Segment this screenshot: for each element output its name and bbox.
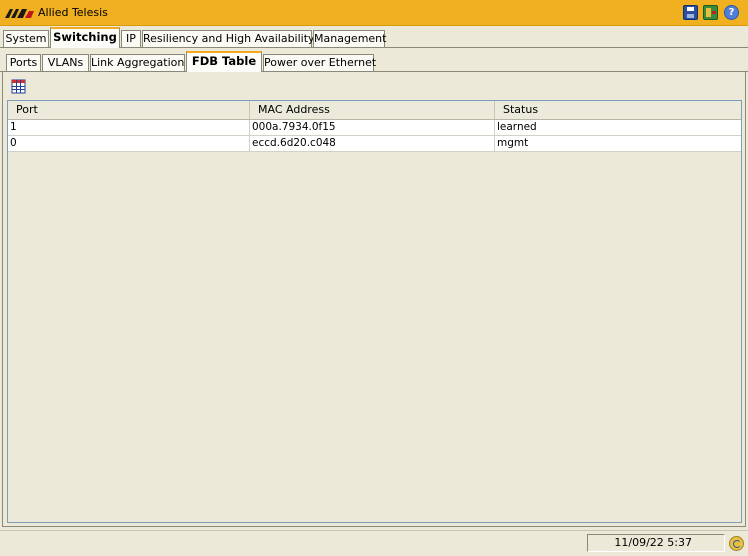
column-header-status[interactable]: Status [495,101,741,119]
tab-power-over-ethernet[interactable]: Power over Ethernet [263,54,376,72]
cell-port: 0 [8,136,250,151]
cell-port: 1 [8,120,250,135]
allied-telesis-logo-icon [5,9,34,18]
column-header-port[interactable]: Port [8,101,250,119]
column-header-mac-address[interactable]: MAC Address [250,101,495,119]
tab-vlans[interactable]: VLANs [42,54,89,72]
table-columns-icon[interactable] [11,79,26,94]
logout-icon[interactable] [703,5,718,20]
datetime-display: 11/09/22 5:37 [587,534,725,552]
table-row[interactable]: 1 000a.7934.0f15 learned [8,120,741,136]
status-bar: 11/09/22 5:37 [0,530,748,556]
tab-ports[interactable]: Ports [6,54,41,72]
tab-management[interactable]: Management [313,30,386,48]
title-bar: Allied Telesis ? [0,0,748,26]
tab-ip[interactable]: IP [121,30,141,48]
tab-system[interactable]: System [3,30,49,48]
tab-fdb-table[interactable]: FDB Table [186,51,262,72]
table-header: Port MAC Address Status [8,101,741,120]
fdb-table-panel: Port MAC Address Status 1 000a.7934.0f15… [2,72,746,527]
refresh-icon[interactable] [729,536,744,551]
tab-switching[interactable]: Switching [50,27,120,48]
tab-resiliency[interactable]: Resiliency and High Availability [142,30,315,48]
save-icon[interactable] [683,5,698,20]
cell-mac-address: 000a.7934.0f15 [250,120,495,135]
app-title: Allied Telesis [38,6,108,19]
fdb-table: Port MAC Address Status 1 000a.7934.0f15… [7,100,742,523]
cell-status: mgmt [497,137,529,149]
help-icon[interactable]: ? [724,5,739,20]
cell-status: learned [497,121,537,133]
table-row[interactable]: 0 eccd.6d20.c048 mgmt [8,136,741,152]
tab-link-aggregation[interactable]: Link Aggregation [90,54,185,72]
cell-mac-address: eccd.6d20.c048 [250,136,495,151]
